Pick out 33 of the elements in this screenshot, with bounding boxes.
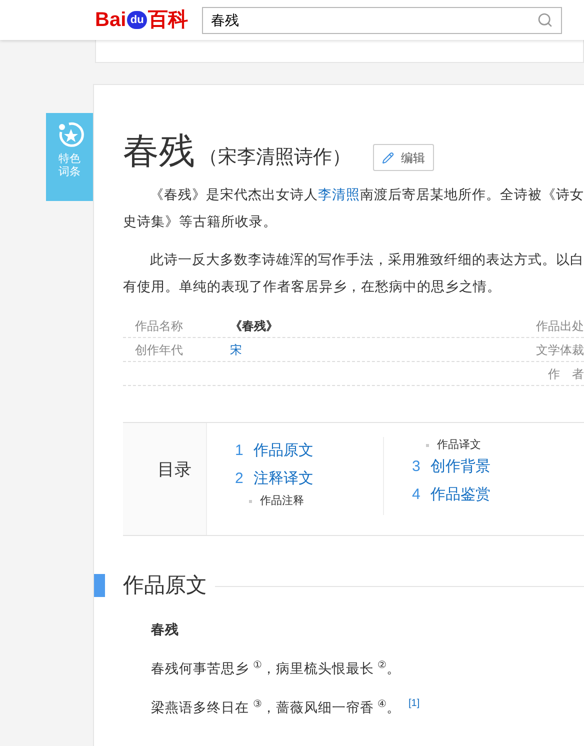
toc-title: 目录 <box>158 459 192 482</box>
author-link[interactable]: 李清照 <box>318 187 360 202</box>
info-label: 作品出处 <box>536 318 584 334</box>
poem-line: 春残何事苦思乡 $^{①}$，病里梳头恨最长 $^{②}$。 <box>151 658 401 678</box>
reference-link[interactable]: [1] <box>408 696 420 711</box>
featured-label: 特色词条 <box>58 153 82 179</box>
toc-link[interactable]: 3 创作背景 <box>412 453 559 481</box>
toc-link[interactable]: 2 注释译文 <box>235 465 383 493</box>
toc-link[interactable]: 4 作品鉴赏 <box>412 481 559 509</box>
info-label: 创作年代 <box>135 342 184 358</box>
poem-title: 春残 <box>151 620 180 638</box>
paragraph-line: 《春残》是宋代杰出女诗人李清照南渡后寄居某地所作。全诗被《诗女 <box>150 186 584 204</box>
section-heading: 作品原文 <box>123 573 207 599</box>
page-title: 春残 <box>123 133 195 169</box>
logo[interactable]: Bai du 百科 <box>95 10 188 30</box>
info-label: 作 者 <box>548 366 584 382</box>
info-value-link[interactable]: 宋 <box>230 340 530 358</box>
toc-link[interactable]: 1 作品原文 <box>235 437 383 465</box>
pencil-icon <box>382 152 394 164</box>
paragraph-line: 有使用。单纯的表现了作者客居异乡，在愁病中的思乡之情。 <box>123 278 502 296</box>
search-icon[interactable] <box>537 12 554 28</box>
paragraph-line: 此诗一反大多数李诗雄浑的写作手法，采用雅致纤细的表达方式。以白 <box>150 251 584 269</box>
search-field[interactable]: 春残 <box>202 6 562 34</box>
section-marker <box>94 574 105 598</box>
info-value: 《春残》 <box>230 318 279 334</box>
page-subtitle: （宋李清照诗作） <box>199 148 351 167</box>
edit-button[interactable]: 编辑 <box>373 144 434 171</box>
paragraph-line: 史诗集》等古籍所收录。 <box>123 213 278 231</box>
toc-sublink[interactable]: 作品注释 <box>235 493 383 509</box>
poem-line: 梁燕语多终日在 $^{③}$，蔷薇风细一帘香 $^{④}$。 <box>151 698 401 717</box>
info-label: 作品名称 <box>135 318 184 334</box>
info-label: 文学体裁 <box>536 342 584 358</box>
toc-sublink[interactable]: 作品译文 <box>412 437 559 453</box>
